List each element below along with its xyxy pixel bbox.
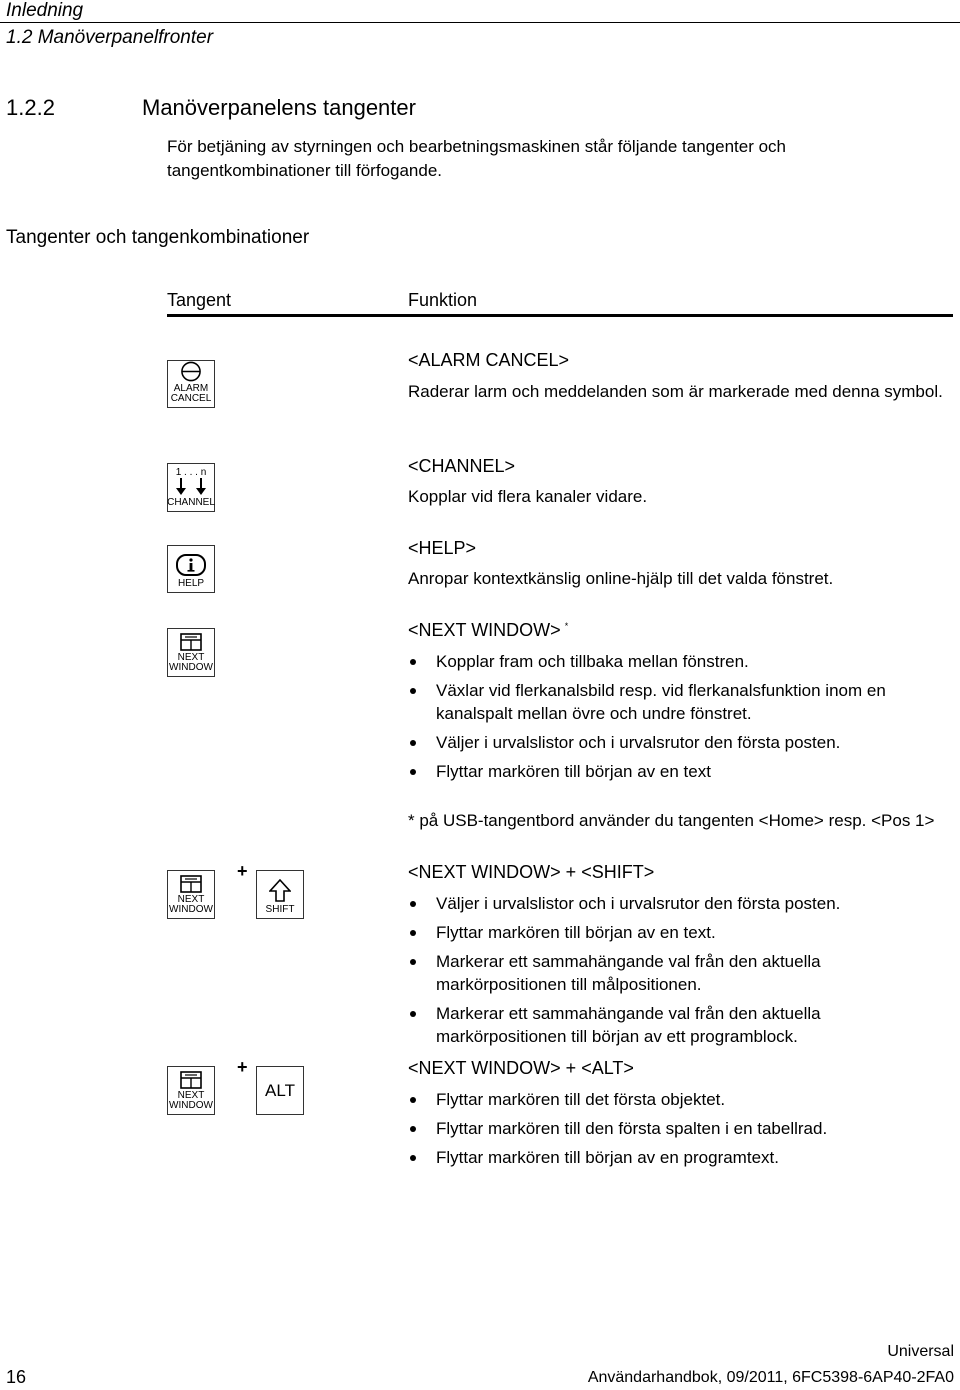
list-item: Väljer i urvalslistor och i urvalsrutor … [408,731,953,754]
table-caption: Tangenter och tangenkombinationer [6,227,310,248]
running-header-section: 1.2 Manöverpanelfronter [6,27,214,48]
info-icon [176,554,206,576]
list-item: Flyttar markören till den första spalten… [408,1117,953,1140]
section-number: 1.2.2 [6,95,55,120]
key-label: WINDOW [169,904,213,915]
channel-key: 1 . . . n CHANNEL [167,463,215,512]
running-header-chapter: Inledning [6,0,84,21]
key-label: CANCEL [170,393,212,404]
section-title: Manöverpanelens tangenter [142,95,416,120]
key-top-label: 1 . . . n [175,467,207,478]
help-key: HELP [167,545,215,593]
function-title-text: <NEXT WINDOW> [408,620,561,640]
list-item: Flyttar markören till början av en progr… [408,1146,953,1169]
function-title: <NEXT WINDOW> + <SHIFT> [408,862,655,882]
function-title: <CHANNEL> [408,456,516,476]
key-label: HELP [177,578,205,589]
function-bullet-list: Flyttar markören till det första objekte… [408,1088,953,1175]
function-bullet-list: Kopplar fram och tillbaka mellan fönstre… [408,650,953,789]
next-window-icon [180,875,202,893]
key-label: ALT [265,1080,295,1100]
function-description: Raderar larm och meddelanden som är mark… [408,382,943,401]
list-item: Flyttar markören till det första objekte… [408,1088,953,1111]
function-title: <HELP> [408,538,477,558]
shift-key: SHIFT [256,870,304,919]
intro-paragraph: För betjäning av styrningen och bearbetn… [167,137,786,180]
key-label: SHIFT [265,904,295,915]
function-title: <ALARM CANCEL> [408,350,570,370]
footnote-mark: * [564,621,569,631]
channel-arrows-icon [176,478,206,495]
alarm-cancel-icon [181,361,201,382]
list-item: Kopplar fram och tillbaka mellan fönstre… [408,650,953,673]
list-item: Flyttar markören till början av en text. [408,921,953,944]
header-rule [0,22,960,23]
list-item: Markerar ett sammahängande val från den … [408,1002,886,1048]
list-item: Markerar ett sammahängande val från den … [408,950,886,996]
next-window-key: NEXT WINDOW [167,628,215,677]
function-title: <NEXT WINDOW> + <ALT> [408,1058,634,1078]
footer-product: Universal [887,1343,954,1360]
column-header-funktion: Funktion [408,290,478,310]
list-item: Väljer i urvalslistor och i urvalsrutor … [408,892,953,915]
key-label: WINDOW [169,1100,213,1111]
next-window-key: NEXT WINDOW [167,870,215,919]
table-header-rule [167,314,953,317]
function-description: Kopplar vid flera kanaler vidare. [408,487,648,506]
list-item: Växlar vid flerkanalsbild resp. vid fler… [408,679,953,725]
alarm-cancel-key: ALARM CANCEL [167,360,215,408]
next-window-icon [180,1071,202,1089]
alt-key: ALT [256,1066,304,1115]
key-label: CHANNEL [167,497,215,508]
list-item: Flyttar markören till början av en text [408,760,953,783]
function-description: Anropar kontextkänslig online-hjälp till… [408,569,834,588]
plus-sign: + [237,1057,248,1077]
page-number: 16 [6,1367,27,1387]
footnote: * på USB-tangentbord använder du tangent… [408,811,935,830]
function-title: <NEXT WINDOW> * [408,620,568,641]
next-window-icon [180,633,202,651]
shift-arrow-icon [269,879,291,902]
column-header-tangent: Tangent [167,290,232,310]
footer-doc-info: Användarhandbok, 09/2011, 6FC5398-6AP40-… [587,1369,954,1386]
next-window-key: NEXT WINDOW [167,1066,215,1115]
function-bullet-list: Väljer i urvalslistor och i urvalsrutor … [408,892,953,1054]
key-label: WINDOW [169,662,213,673]
plus-sign: + [237,861,248,881]
